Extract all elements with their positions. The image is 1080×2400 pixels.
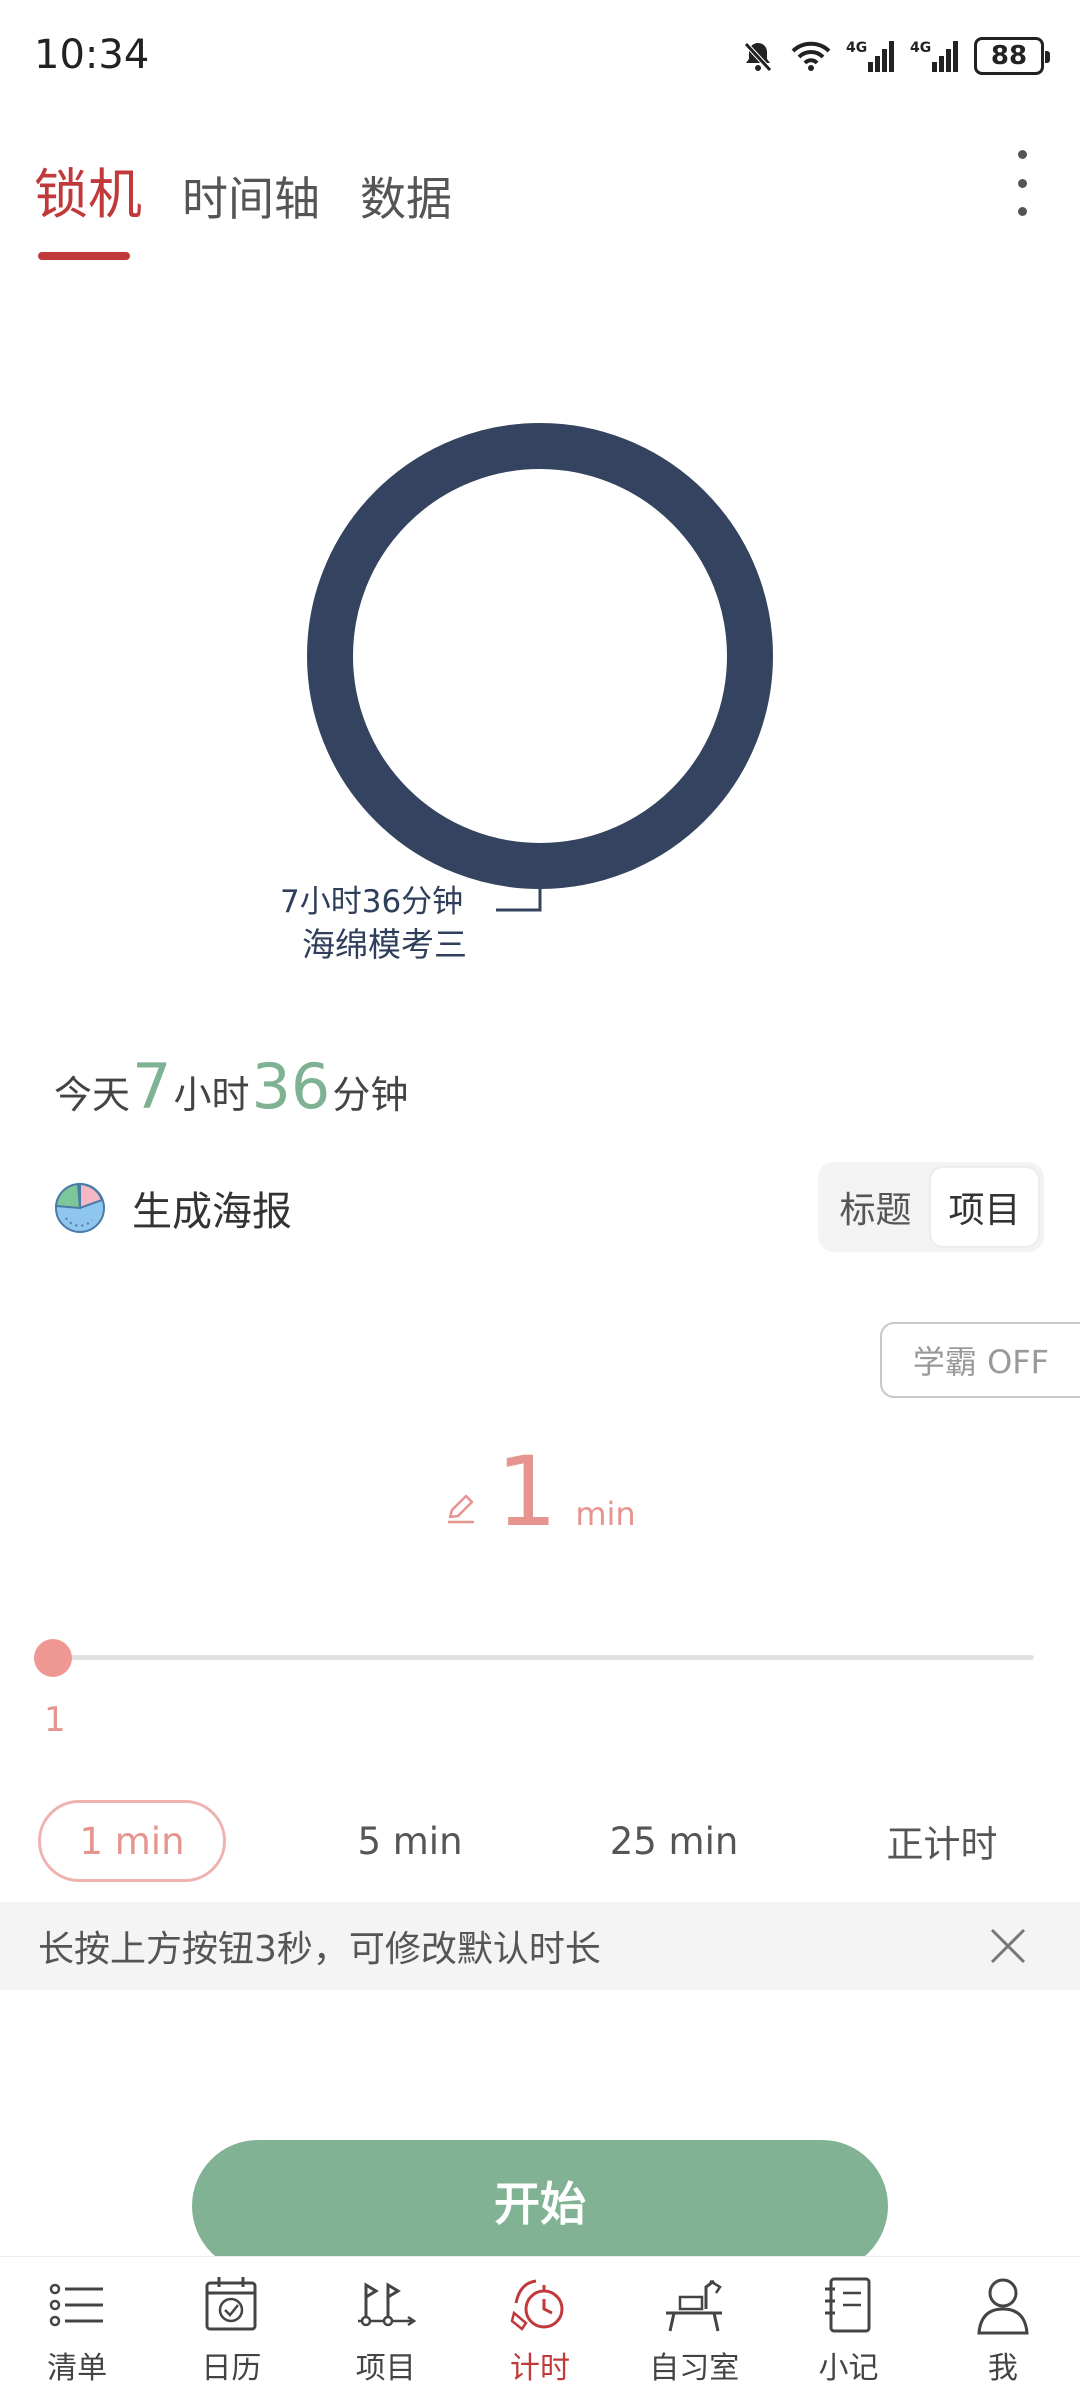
preset-1-min[interactable]: 1 min <box>38 1800 226 1882</box>
status-bar: 10:34 4G 4G 88 <box>0 0 1080 110</box>
slider-value-label: 1 <box>44 1700 66 1740</box>
bottom-nav: 清单 日历 项目 计时 自习室 小记 我 <box>0 2256 1080 2400</box>
wifi-icon <box>790 39 832 73</box>
donut-slice-0 <box>307 423 773 889</box>
leader-line <box>496 888 542 912</box>
calendar-icon <box>205 2277 257 2331</box>
preset-count-up[interactable]: 正计时 <box>852 1800 1032 1882</box>
list-icon <box>49 2283 104 2327</box>
active-tab-indicator <box>38 252 130 260</box>
signal-4g-icon: 4G <box>846 38 896 74</box>
today-minutes-unit: 分钟 <box>332 1073 409 1117</box>
close-icon[interactable] <box>986 1924 1030 1968</box>
nav-item-me[interactable]: 我 <box>926 2257 1080 2400</box>
pie-chart-icon <box>52 1178 108 1238</box>
nav-label: 自习室 <box>649 2351 740 2386</box>
more-options-button[interactable] <box>1010 150 1034 216</box>
today-summary: 今天 7 小时 36 分钟 <box>54 1050 408 1123</box>
status-time: 10:34 <box>34 32 150 78</box>
svg-text:4G: 4G <box>846 40 867 56</box>
segment-project[interactable]: 项目 <box>929 1166 1040 1248</box>
timer-icon <box>510 2279 564 2331</box>
notebook-icon <box>824 2277 871 2333</box>
label-mode-segment: 标题 项目 <box>818 1162 1044 1252</box>
svg-text:4G: 4G <box>910 40 931 56</box>
nav-label: 项目 <box>355 2351 416 2386</box>
nav-item-study-room[interactable]: 自习室 <box>617 2257 771 2400</box>
today-minutes: 36 <box>251 1050 331 1123</box>
duration-slider-thumb[interactable] <box>34 1639 72 1677</box>
tab-timeline[interactable]: 时间轴 <box>182 163 320 229</box>
study-room-icon <box>666 2279 723 2332</box>
xueba-mode-toggle[interactable]: 学霸 OFF <box>880 1322 1080 1398</box>
duration-presets: 1 min 5 min 25 min 正计时 <box>38 1800 1048 1882</box>
preset-5-min[interactable]: 5 min <box>320 1800 500 1882</box>
edit-pencil-icon[interactable] <box>444 1491 478 1529</box>
segment-title[interactable]: 标题 <box>822 1166 929 1248</box>
tip-text: 长按上方按钮3秒，可修改默认时长 <box>38 1929 601 1970</box>
duration-unit: min <box>575 1495 636 1533</box>
mute-icon <box>740 38 776 74</box>
slice-name-label: 海绵模考三 <box>302 925 467 964</box>
nav-label: 我 <box>987 2351 1018 2386</box>
nav-item-notes[interactable]: 小记 <box>771 2257 925 2400</box>
duration-display[interactable]: 1 min <box>0 1436 1080 1548</box>
top-tabs: 锁机 时间轴 数据 <box>34 150 452 229</box>
nav-label: 清单 <box>47 2351 108 2386</box>
generate-poster-label: 生成海报 <box>132 1189 292 1235</box>
duration-value: 1 <box>496 1436 558 1548</box>
user-icon <box>977 2278 1029 2335</box>
project-icon <box>357 2282 416 2327</box>
signal-4g-icon-2: 4G <box>910 38 960 74</box>
tab-data[interactable]: 数据 <box>360 163 452 229</box>
nav-label: 计时 <box>509 2351 570 2386</box>
nav-item-list[interactable]: 清单 <box>0 2257 154 2400</box>
today-hours-unit: 小时 <box>173 1073 250 1117</box>
duration-slider-track[interactable] <box>54 1655 1034 1660</box>
more-dot-icon <box>1017 150 1027 159</box>
donut-chart-svg <box>307 423 773 912</box>
status-icons: 4G 4G 88 <box>740 34 1050 78</box>
more-dot-icon <box>1017 207 1027 216</box>
tab-lock[interactable]: 锁机 <box>34 150 142 229</box>
tip-banner: 长按上方按钮3秒，可修改默认时长 <box>0 1902 1080 1990</box>
donut-chart: 7小时36分钟 海绵模考三 <box>0 380 1080 980</box>
today-prefix: 今天 <box>54 1073 131 1117</box>
battery-indicator: 88 <box>974 37 1050 75</box>
nav-item-timer[interactable]: 计时 <box>463 2257 617 2400</box>
nav-item-project[interactable]: 项目 <box>309 2257 463 2400</box>
nav-item-calendar[interactable]: 日历 <box>154 2257 308 2400</box>
today-hours: 7 <box>132 1050 172 1123</box>
start-button[interactable]: 开始 <box>192 2140 888 2272</box>
preset-25-min[interactable]: 25 min <box>584 1800 764 1882</box>
generate-poster-button[interactable]: 生成海报 <box>52 1178 292 1238</box>
more-dot-icon <box>1017 178 1027 188</box>
slice-value-label: 7小时36分钟 <box>280 884 464 920</box>
nav-label: 小记 <box>818 2351 879 2386</box>
nav-label: 日历 <box>201 2351 262 2386</box>
